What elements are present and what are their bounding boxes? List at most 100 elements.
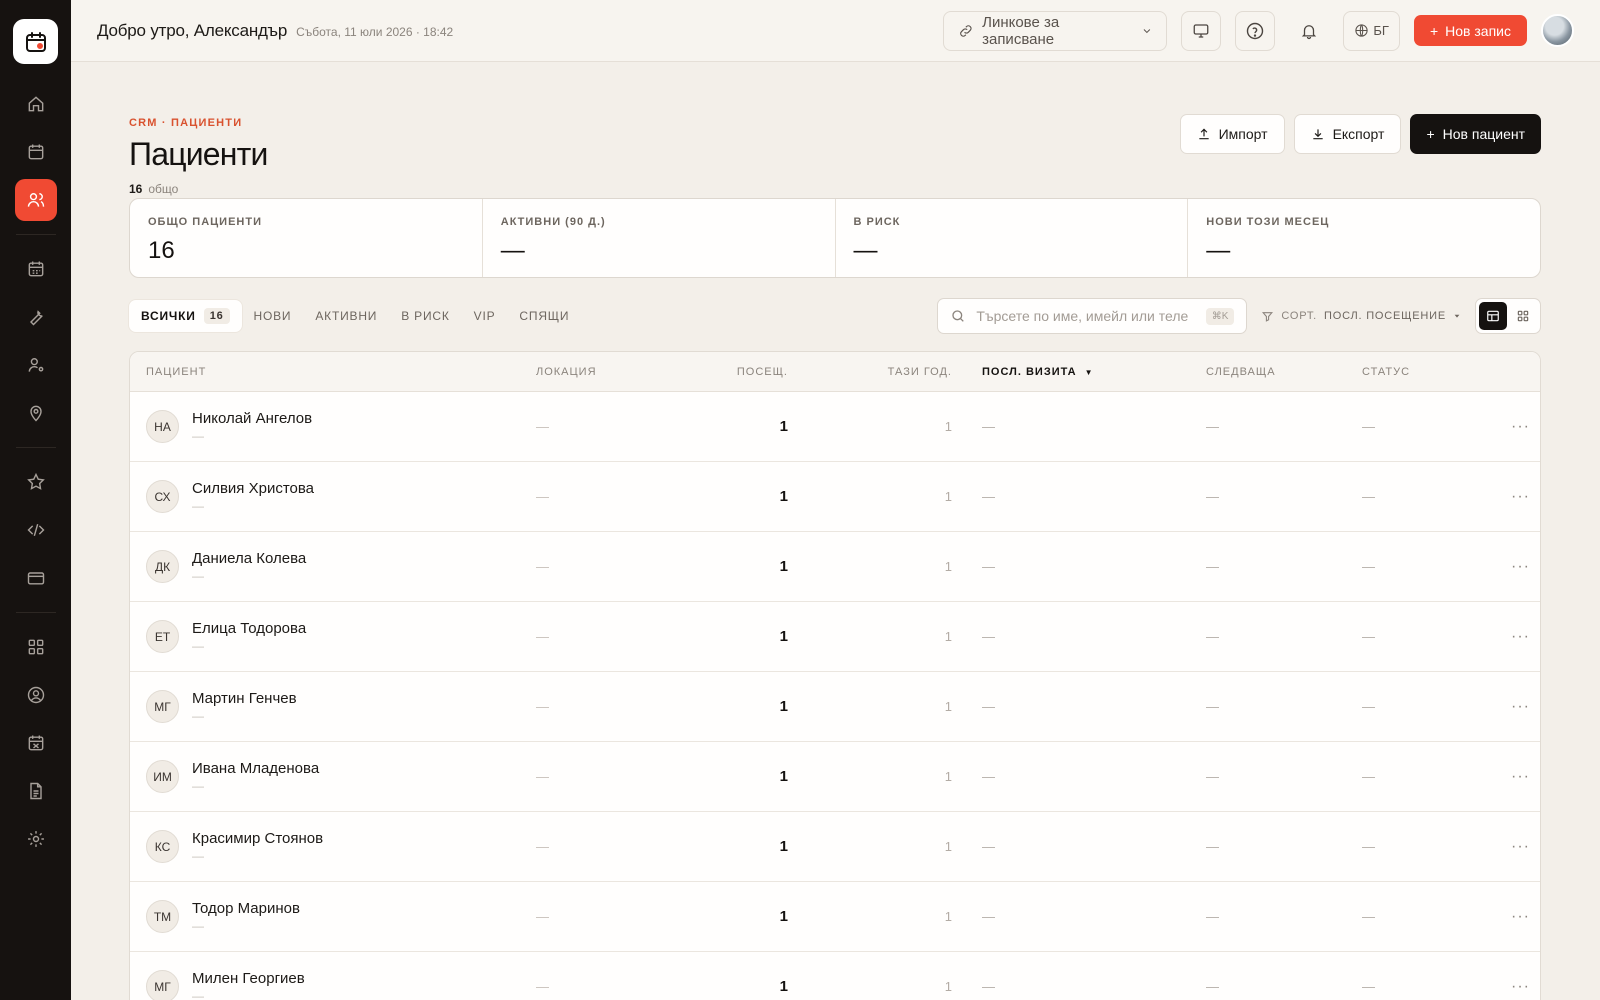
more-icon[interactable]: ··· bbox=[1511, 418, 1530, 435]
patient-contact: — bbox=[192, 779, 204, 793]
patient-name[interactable]: Николай Ангелов bbox=[192, 410, 312, 427]
patient-name[interactable]: Елица Тодорова bbox=[192, 620, 306, 637]
col-patient[interactable]: ПАЦИЕНТ bbox=[130, 366, 530, 378]
tab-vip[interactable]: VIP bbox=[462, 300, 508, 332]
col-status[interactable]: СТАТУС bbox=[1349, 366, 1499, 378]
new-record-button[interactable]: + Нов запис bbox=[1413, 15, 1527, 46]
search-input[interactable] bbox=[976, 308, 1196, 324]
sidebar-item-calendar[interactable] bbox=[15, 131, 57, 173]
sidebar-item-time-off[interactable] bbox=[15, 722, 57, 764]
stat-label: АКТИВНИ (90 Д.) bbox=[500, 216, 606, 228]
table-row[interactable]: МГ Мартин Генчев — — 1 1 — — — ··· bbox=[130, 672, 1540, 742]
status-cell: — bbox=[1362, 769, 1375, 784]
this-year-cell: 1 bbox=[944, 419, 952, 434]
tab-active[interactable]: АКТИВНИ bbox=[303, 300, 389, 332]
more-icon[interactable]: ··· bbox=[1511, 488, 1530, 505]
col-last-visit[interactable]: ПОСЛ. ВИЗИТА ▼ bbox=[952, 366, 1181, 378]
filter-bar: ВСИЧКИ 16 НОВИ АКТИВНИ В РИСК VIP СПЯЩИ … bbox=[129, 298, 1541, 334]
notifications-button[interactable] bbox=[1289, 11, 1329, 51]
more-icon[interactable]: ··· bbox=[1511, 768, 1530, 785]
tab-new[interactable]: НОВИ bbox=[242, 300, 304, 332]
more-icon[interactable]: ··· bbox=[1511, 698, 1530, 715]
wrench-icon bbox=[29, 310, 43, 326]
visits-cell: 1 bbox=[779, 628, 788, 645]
app-logo[interactable] bbox=[13, 19, 58, 64]
patient-contact: — bbox=[192, 989, 204, 1000]
table-row[interactable]: КС Красимир Стоянов — — 1 1 — — — ··· bbox=[130, 812, 1540, 882]
sidebar-item-integrations[interactable] bbox=[15, 509, 57, 551]
booking-links-dropdown[interactable]: Линкове за записване bbox=[943, 10, 1168, 51]
sidebar-item-services[interactable] bbox=[15, 296, 57, 338]
tab-dormant[interactable]: СПЯЩИ bbox=[507, 300, 581, 332]
language-switcher[interactable]: БГ bbox=[1343, 10, 1400, 51]
sidebar-item-account[interactable] bbox=[15, 674, 57, 716]
user-avatar[interactable] bbox=[1541, 14, 1574, 47]
tab-label: АКТИВНИ bbox=[315, 309, 378, 323]
stat-value: — bbox=[853, 237, 878, 264]
more-icon[interactable]: ··· bbox=[1511, 558, 1530, 575]
sidebar-item-documents[interactable] bbox=[15, 770, 57, 812]
table-view-button[interactable] bbox=[1479, 302, 1507, 330]
table-row[interactable]: МГ Милен Георгиев — — 1 1 — — — ··· bbox=[130, 952, 1540, 1000]
display-button[interactable] bbox=[1181, 10, 1222, 51]
patient-name[interactable]: Тодор Маринов bbox=[192, 900, 300, 917]
sidebar-item-apps[interactable] bbox=[15, 626, 57, 668]
table-row[interactable]: ДК Даниела Колева — — 1 1 — — — ··· bbox=[130, 532, 1540, 602]
import-button[interactable]: Импорт bbox=[1179, 114, 1285, 154]
patient-name[interactable]: Красимир Стоянов bbox=[192, 830, 323, 847]
sidebar-item-reviews[interactable] bbox=[15, 461, 57, 503]
sidebar-item-schedule[interactable] bbox=[15, 248, 57, 290]
patient-name[interactable]: Даниела Колева bbox=[192, 550, 306, 567]
patient-avatar: КС bbox=[146, 830, 179, 863]
table-row[interactable]: ИМ Ивана Младенова — — 1 1 — — — ··· bbox=[130, 742, 1540, 812]
tab-all[interactable]: ВСИЧКИ 16 bbox=[129, 300, 242, 332]
patient-count-label: общо bbox=[148, 182, 179, 196]
sidebar-item-home[interactable] bbox=[15, 83, 57, 125]
table-row[interactable]: ЕТ Елица Тодорова — — 1 1 — — — ··· bbox=[130, 602, 1540, 672]
sidebar-item-locations[interactable] bbox=[15, 392, 57, 434]
sidebar-item-patients[interactable] bbox=[14, 179, 57, 221]
sidebar-item-settings[interactable] bbox=[15, 818, 57, 860]
table-body: НА Николай Ангелов — — 1 1 — — — ··· СХ … bbox=[130, 392, 1540, 1000]
row-actions: ··· bbox=[1499, 978, 1540, 996]
sidebar-item-staff[interactable] bbox=[15, 344, 57, 386]
patient-contact: — bbox=[192, 569, 204, 583]
star-icon bbox=[26, 472, 45, 490]
export-button[interactable]: Експорт bbox=[1293, 114, 1402, 154]
sidebar-item-payments[interactable] bbox=[15, 557, 57, 599]
table-row[interactable]: НА Николай Ангелов — — 1 1 — — — ··· bbox=[130, 392, 1540, 462]
col-this-year[interactable]: ТАЗИ ГОД. bbox=[790, 366, 952, 378]
grid-view-button[interactable] bbox=[1509, 302, 1537, 330]
tab-at-risk[interactable]: В РИСК bbox=[389, 300, 461, 332]
patient-avatar: ТМ bbox=[146, 900, 179, 933]
status-cell: — bbox=[1362, 559, 1375, 574]
sort-control[interactable]: СОРТ. ПОСЛ. ПОСЕЩЕНИЕ bbox=[1261, 310, 1461, 323]
top-actions: Линкове за записване БГ + Нов запис bbox=[943, 10, 1574, 51]
more-icon[interactable]: ··· bbox=[1511, 628, 1530, 645]
stat-card: НОВИ ТОЗИ МЕСЕЦ — bbox=[1188, 199, 1540, 277]
more-icon[interactable]: ··· bbox=[1511, 838, 1530, 855]
tab-label: VIP bbox=[473, 309, 496, 323]
patient-name[interactable]: Милен Георгиев bbox=[192, 970, 305, 987]
new-patient-button[interactable]: + Нов пациент bbox=[1410, 114, 1541, 154]
more-icon[interactable]: ··· bbox=[1511, 908, 1530, 925]
location-cell: — bbox=[536, 769, 549, 784]
help-button[interactable] bbox=[1235, 10, 1276, 51]
next-visit-cell: — bbox=[1206, 769, 1219, 784]
location-cell: — bbox=[536, 699, 549, 714]
patient-name[interactable]: Силвия Христова bbox=[192, 480, 314, 497]
patient-info: Елица Тодорова — bbox=[192, 620, 306, 653]
patient-name[interactable]: Мартин Генчев bbox=[192, 690, 297, 707]
table-row[interactable]: СХ Силвия Христова — — 1 1 — — — ··· bbox=[130, 462, 1540, 532]
last-visit-cell: — bbox=[982, 909, 995, 924]
more-icon[interactable]: ··· bbox=[1511, 978, 1530, 995]
patient-cell: ДК Даниела Колева — bbox=[130, 550, 530, 583]
col-location[interactable]: ЛОКАЦИЯ bbox=[530, 366, 690, 378]
col-visits[interactable]: ПОСЕЩ. bbox=[690, 366, 790, 378]
this-year-cell: 1 bbox=[944, 489, 952, 504]
next-visit-cell: — bbox=[1206, 979, 1219, 994]
patient-name[interactable]: Ивана Младенова bbox=[192, 760, 319, 777]
patient-contact: — bbox=[192, 849, 204, 863]
col-next[interactable]: СЛЕДВАЩА bbox=[1181, 366, 1349, 378]
table-row[interactable]: ТМ Тодор Маринов — — 1 1 — — — ··· bbox=[130, 882, 1540, 952]
